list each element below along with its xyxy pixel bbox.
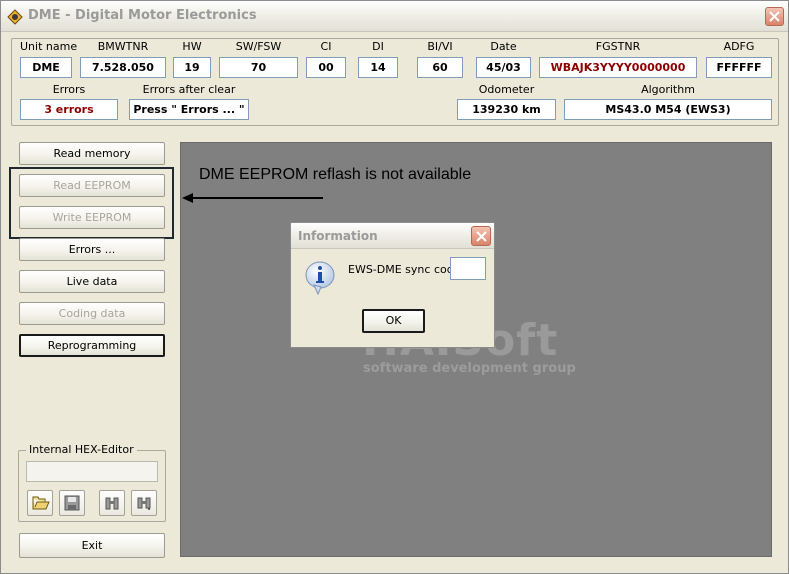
sync-code-label: EWS-DME sync code: xyxy=(348,263,465,276)
dme-window: DME - Digital Motor Electronics Unit nam… xyxy=(0,0,789,574)
exit-button[interactable]: Exit xyxy=(19,533,165,558)
close-icon xyxy=(476,231,487,242)
annotation-arrow-icon xyxy=(182,193,323,203)
hex-editor-input[interactable] xyxy=(26,461,158,482)
errors-button[interactable]: Errors ... xyxy=(19,238,165,261)
date-field: 45/03 xyxy=(476,57,531,78)
ci-label: CI xyxy=(320,40,332,53)
read-memory-button[interactable]: Read memory xyxy=(19,142,165,165)
errors-field: 3 errors xyxy=(20,99,118,120)
information-dialog: Information EWS-DME sync code: OK xyxy=(290,222,495,348)
reprogramming-button[interactable]: Reprogramming xyxy=(19,334,165,357)
sync-code-input[interactable] xyxy=(450,257,486,280)
errors-after-clear-label: Errors after clear xyxy=(142,83,236,96)
dialog-title: Information xyxy=(298,229,378,243)
odometer-field: 139230 km xyxy=(457,99,556,120)
binoculars-next-icon xyxy=(137,497,151,510)
adfg-field: FFFFFF xyxy=(706,57,772,78)
algorithm-label: Algorithm xyxy=(641,83,695,96)
bmwtnr-field: 7.528.050 xyxy=(80,57,166,78)
binoculars-icon xyxy=(105,497,119,510)
dialog-close-button[interactable] xyxy=(471,226,491,246)
window-title: DME - Digital Motor Electronics xyxy=(28,8,257,23)
hex-editor-label: Internal HEX-Editor xyxy=(26,443,137,456)
date-label: Date xyxy=(490,40,517,53)
fgstnr-field: WBAJK3YYYY0000000 xyxy=(539,57,697,78)
unit-name-label: Unit name xyxy=(20,40,78,53)
di-label: DI xyxy=(372,40,384,53)
close-icon xyxy=(769,11,780,22)
hw-label: HW xyxy=(182,40,202,53)
find-button[interactable] xyxy=(99,490,125,516)
save-button[interactable] xyxy=(59,490,85,516)
open-folder-icon xyxy=(32,496,50,510)
fgstnr-label: FGSTNR xyxy=(595,40,641,53)
find-next-button[interactable] xyxy=(131,490,157,516)
open-button[interactable] xyxy=(27,490,53,516)
di-field: 14 xyxy=(358,57,398,78)
dialog-title-bar[interactable]: Information xyxy=(291,223,494,249)
odometer-label: Odometer xyxy=(478,83,535,96)
annotation-text: DME EEPROM reflash is not available xyxy=(199,166,472,183)
haisoft-logo-subtitle: software development group xyxy=(363,361,576,376)
bmwtnr-label: BMWTNR xyxy=(97,40,149,53)
bi-vi-field: 60 xyxy=(417,57,463,78)
window-close-button[interactable] xyxy=(765,7,784,26)
title-bar[interactable]: DME - Digital Motor Electronics xyxy=(1,1,788,32)
app-icon xyxy=(7,9,23,25)
coding-data-button[interactable]: Coding data xyxy=(19,302,165,325)
ok-button[interactable]: OK xyxy=(362,309,425,333)
hw-field: 19 xyxy=(173,57,211,78)
errors-label: Errors xyxy=(52,83,86,96)
info-icon xyxy=(305,261,335,296)
save-icon xyxy=(64,495,80,511)
eeprom-highlight-box xyxy=(9,167,174,239)
unit-name-field: DME xyxy=(20,57,72,78)
adfg-label: ADFG xyxy=(723,40,755,53)
sw-fsw-field: 70 xyxy=(219,57,298,78)
bi-vi-label: BI/VI xyxy=(427,40,453,53)
algorithm-field: MS43.0 M54 (EWS3) xyxy=(564,99,772,120)
sw-fsw-label: SW/FSW xyxy=(235,40,282,53)
ci-field: 00 xyxy=(306,57,346,78)
errors-after-clear-field: Press " Errors ... " xyxy=(129,99,249,120)
live-data-button[interactable]: Live data xyxy=(19,270,165,293)
